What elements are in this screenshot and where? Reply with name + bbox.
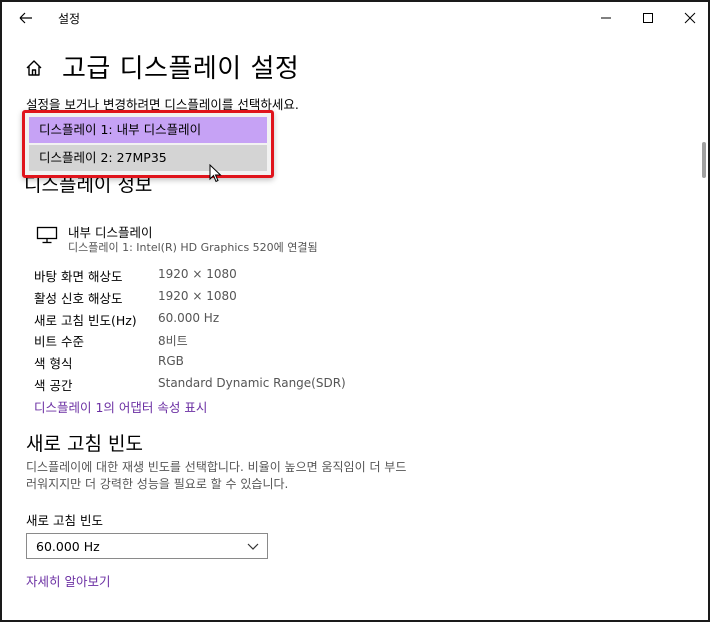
info-value-refresh-rate: 60.000 Hz	[158, 311, 220, 325]
app-title: 설정	[58, 12, 81, 26]
info-value-color-space: Standard Dynamic Range(SDR)	[158, 376, 346, 390]
title-bar: 설정	[2, 2, 708, 34]
page-title: 고급 디스플레이 설정	[62, 54, 300, 84]
maximize-icon	[643, 13, 653, 23]
info-label-color-format: 색 형식	[34, 356, 73, 371]
info-label-refresh-rate: 새로 고침 빈도(Hz)	[34, 313, 137, 328]
home-button[interactable]	[24, 58, 44, 78]
info-label-color-space: 색 공간	[34, 378, 73, 393]
dropdown-option-display-1[interactable]: 디스플레이 1: 내부 디스플레이	[29, 117, 267, 143]
home-icon	[26, 60, 42, 76]
info-label-active-signal-resolution: 활성 신호 해상도	[34, 291, 123, 306]
settings-window: 설정 고급 디스플레이 설정 설정을 보거나 변경하려면 디스플레이를 선택하세…	[0, 0, 710, 622]
dropdown-option-display-2[interactable]: 디스플레이 2: 27MP35	[29, 145, 267, 171]
arrow-left-icon	[19, 12, 32, 24]
close-button[interactable]	[670, 4, 708, 32]
display-connection: 디스플레이 1: Intel(R) HD Graphics 520에 연결됨	[68, 241, 318, 254]
info-label-desktop-resolution: 바탕 화면 해상도	[34, 269, 123, 284]
minimize-icon	[601, 17, 611, 19]
adapter-properties-link[interactable]: 디스플레이 1의 어댑터 속성 표시	[34, 397, 207, 416]
info-value-active-signal-resolution: 1920 × 1080	[158, 289, 237, 303]
scrollbar-thumb[interactable]	[702, 142, 706, 178]
back-button[interactable]	[12, 6, 38, 30]
refresh-rate-heading: 새로 고침 빈도	[26, 433, 143, 455]
minimize-button[interactable]	[586, 4, 626, 32]
info-label-bit-depth: 비트 수준	[34, 334, 84, 349]
refresh-rate-select[interactable]: 60.000 Hz	[26, 533, 268, 559]
learn-more-link[interactable]: 자세히 알아보기	[26, 571, 110, 590]
info-value-desktop-resolution: 1920 × 1080	[158, 267, 237, 281]
monitor-icon	[36, 226, 58, 244]
refresh-rate-selected-value: 60.000 Hz	[36, 539, 100, 554]
info-value-bit-depth: 8비트	[158, 334, 188, 348]
close-icon	[684, 12, 696, 24]
display-select-dropdown[interactable]: 디스플레이 1: 내부 디스플레이 디스플레이 2: 27MP35	[22, 110, 274, 178]
info-value-color-format: RGB	[158, 354, 184, 368]
maximize-button[interactable]	[628, 4, 668, 32]
chevron-down-icon	[247, 543, 259, 550]
mouse-cursor-icon	[209, 164, 222, 183]
refresh-rate-field-label: 새로 고침 빈도	[26, 513, 103, 528]
refresh-rate-description: 디스플레이에 대한 재생 빈도를 선택합니다. 비율이 높으면 움직임이 더 부…	[26, 460, 407, 491]
